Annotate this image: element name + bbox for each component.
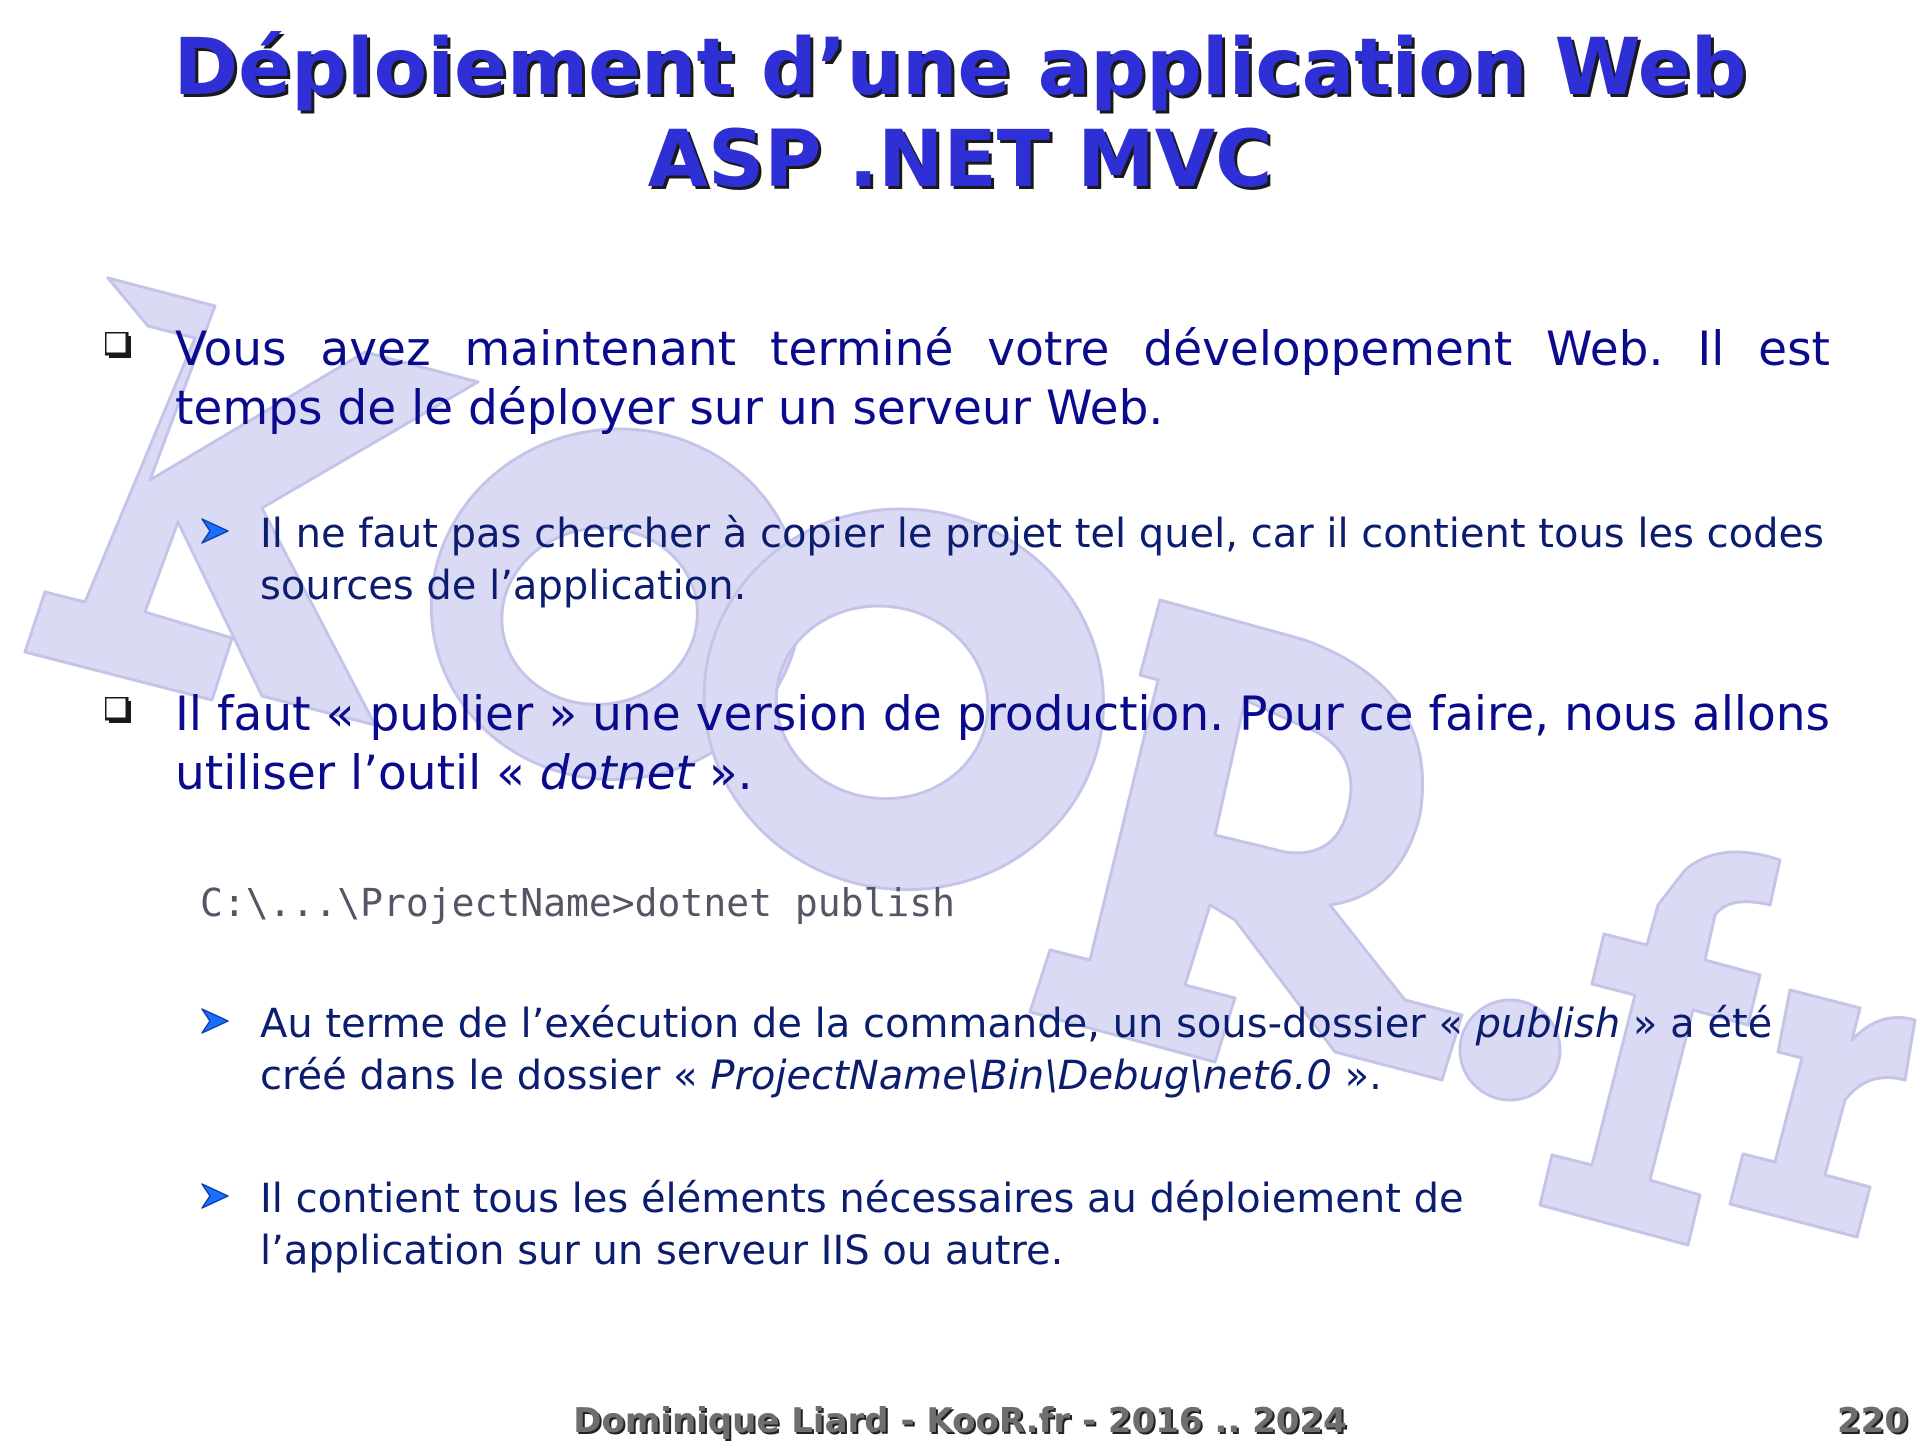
arrow-bullet-icon <box>201 518 229 544</box>
bullet-text-end: ». <box>693 746 753 801</box>
slide-content: Vous avez maintenant terminé votre dével… <box>0 0 1920 1440</box>
slide-footer: Dominique Liard - KooR.fr - 2016 .. 2024… <box>0 1402 1920 1440</box>
checkbox-square-icon <box>105 697 131 723</box>
checkbox-square-icon <box>105 332 131 358</box>
footer-author: Dominique Liard - KooR.fr - 2016 .. 2024 <box>573 1401 1347 1441</box>
subbullet-text: Il contient tous les éléments nécessaire… <box>260 1176 1464 1274</box>
dotnet-tool-name: dotnet <box>539 746 694 801</box>
subbullet-text-end: ». <box>1331 1053 1382 1099</box>
subbullet-text: Au terme de l’exécution de la commande, … <box>260 998 1830 1102</box>
bullet-text: Il faut « publier » une version de produ… <box>175 685 1830 803</box>
subbullet-text: Il ne faut pas chercher à copier le proj… <box>260 511 1824 609</box>
publish-folder-name: publish <box>1475 1001 1621 1047</box>
arrow-bullet-icon <box>201 1008 229 1034</box>
command-line: C:\...\ProjectName>dotnet publish <box>200 881 955 925</box>
subbullet-text-start: Au terme de l’exécution de la commande, … <box>260 1001 1476 1047</box>
project-folder-path: ProjectName\Bin\Debug\net6.0 <box>710 1053 1332 1099</box>
bullet-text: Vous avez maintenant terminé votre dével… <box>175 322 1830 436</box>
bullet-text-start: Il faut « publier » une version de produ… <box>175 687 1830 801</box>
arrow-bullet-icon <box>201 1183 229 1209</box>
page-number: 220 <box>1837 1401 1908 1441</box>
